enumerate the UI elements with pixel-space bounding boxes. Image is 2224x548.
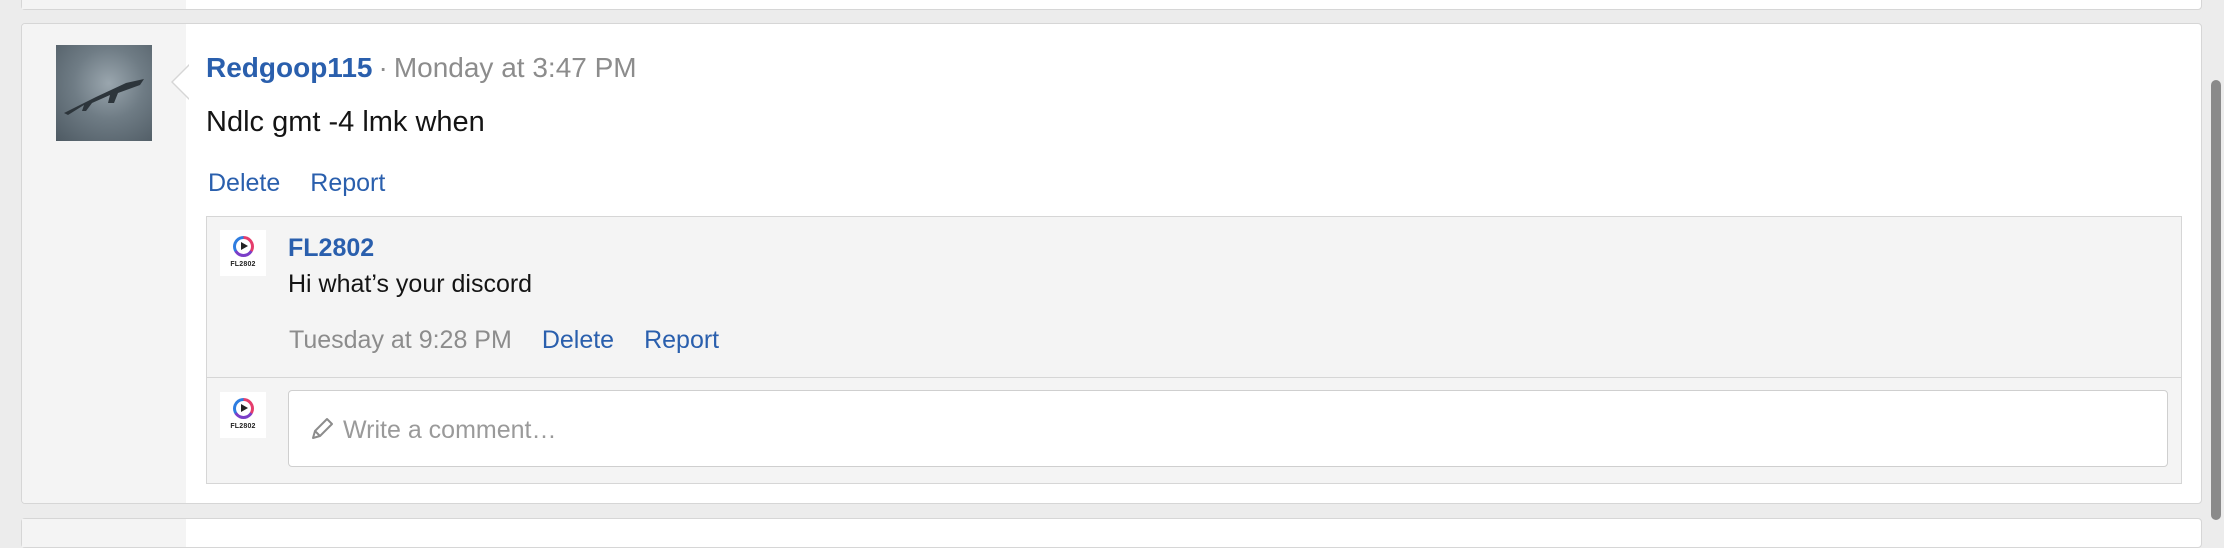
post-username-link[interactable]: Redgoop115 — [206, 52, 372, 83]
jet-photo-icon — [64, 79, 144, 115]
pencil-icon — [312, 418, 333, 439]
comment-meta: Tuesday at 9:28 PM Delete Report — [289, 322, 719, 358]
post-report-link[interactable]: Report — [310, 169, 385, 197]
composer-avatar[interactable]: FL2802 — [220, 392, 266, 438]
previous-post-edge — [21, 0, 2202, 10]
write-comment-box[interactable] — [288, 390, 2168, 467]
scrollbar-thumb[interactable] — [2211, 80, 2221, 520]
next-post-edge — [21, 518, 2202, 548]
comment-username-link[interactable]: FL2802 — [288, 231, 374, 265]
post-avatar-column — [22, 24, 186, 503]
comment-delete-link[interactable]: Delete — [542, 326, 614, 354]
avatar-logo-text: FL2802 — [230, 423, 256, 430]
comment-composer: FL2802 — [207, 378, 2181, 484]
profile-post: Redgoop115 · Monday at 3:47 PM Ndlc gmt -4… — [21, 23, 2202, 504]
post-actions: Delete Report — [208, 165, 385, 201]
write-comment-input[interactable] — [341, 409, 2145, 451]
comment-list: FL2802 FL2802 Hi what’s your discord Tue… — [206, 216, 2182, 484]
comment-avatar[interactable]: FL2802 — [220, 230, 266, 276]
header-separator: · — [378, 52, 388, 83]
comment-body-text: Hi what’s your discord — [288, 270, 533, 298]
post-delete-link[interactable]: Delete — [208, 169, 280, 197]
post-body-text: Ndlc gmt -4 lmk when — [206, 106, 485, 138]
post-header: Redgoop115 · Monday at 3:47 PM — [206, 48, 637, 88]
post-timestamp[interactable]: Monday at 3:47 PM — [394, 52, 637, 83]
avatar[interactable] — [56, 45, 152, 141]
comment-timestamp[interactable]: Tuesday at 9:28 PM — [289, 326, 512, 354]
comment-report-link[interactable]: Report — [644, 326, 719, 354]
avatar-logo-text: FL2802 — [230, 261, 256, 268]
comment-item: FL2802 FL2802 Hi what’s your discord Tue… — [207, 217, 2181, 378]
